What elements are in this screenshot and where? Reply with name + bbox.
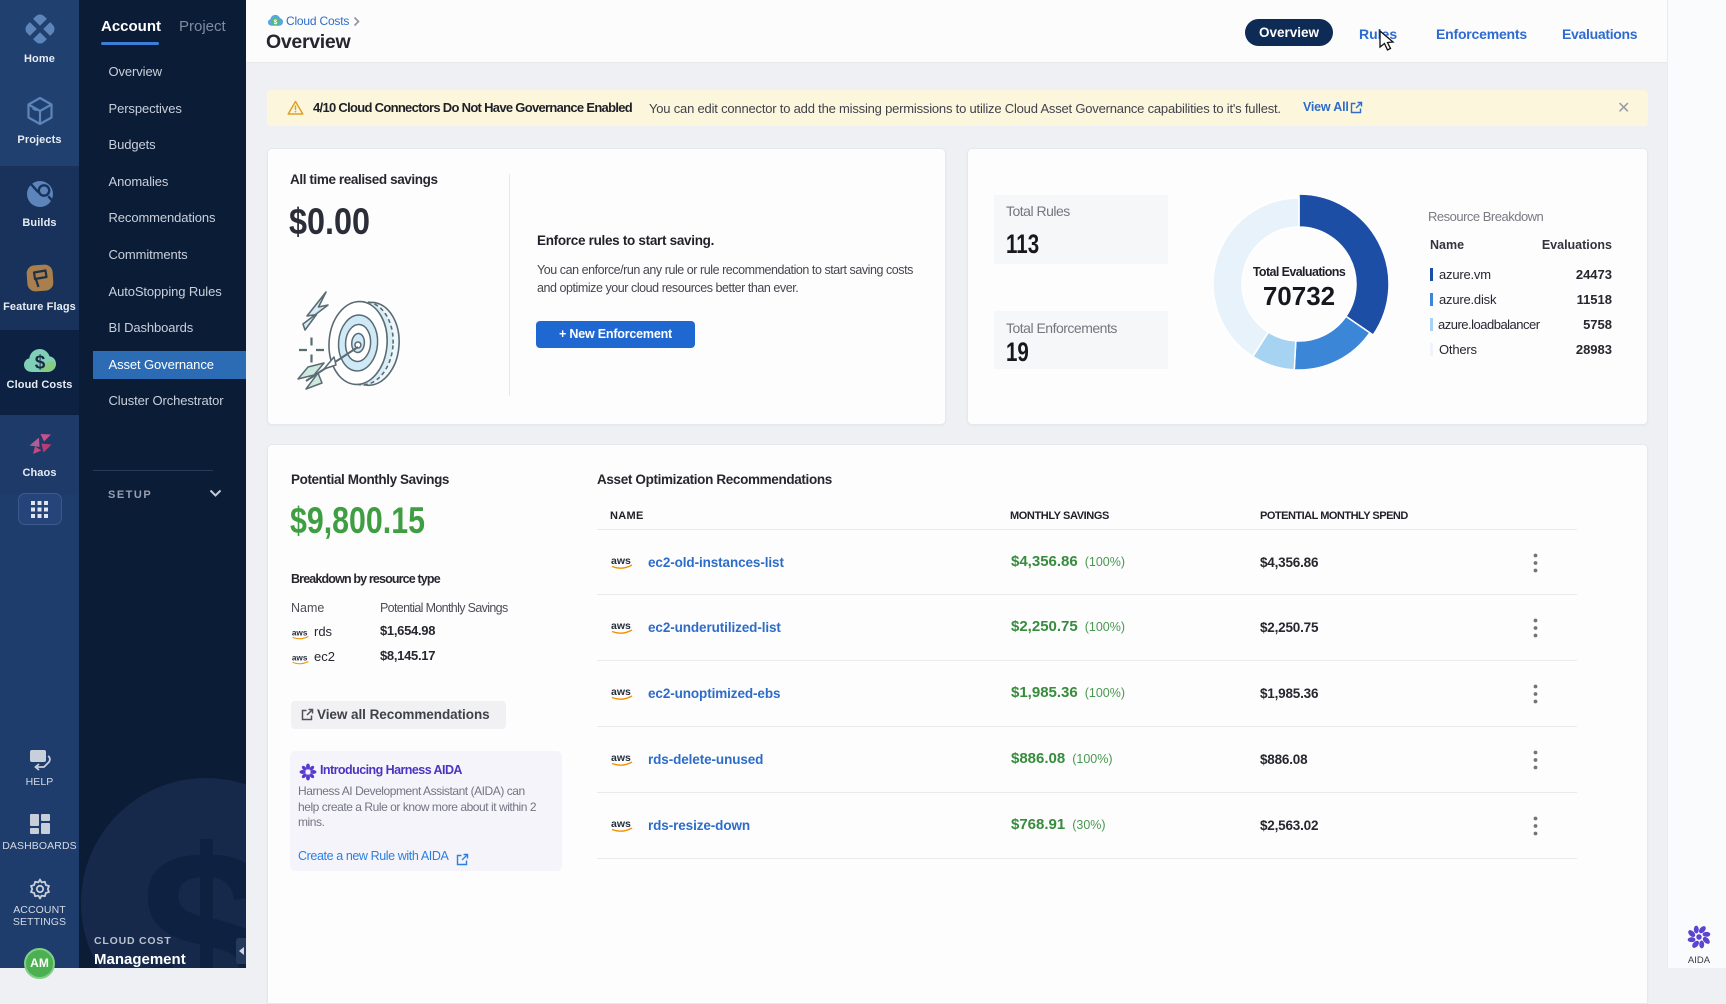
svg-text:aws: aws xyxy=(611,686,631,698)
svg-text:$: $ xyxy=(274,19,278,26)
svg-text:$: $ xyxy=(34,353,45,374)
svg-text:aws: aws xyxy=(292,654,308,663)
svg-text:aws: aws xyxy=(611,752,631,764)
svg-text:aws: aws xyxy=(611,555,631,567)
svg-text:aws: aws xyxy=(611,620,631,632)
svg-text:aws: aws xyxy=(611,818,631,830)
svg-text:aws: aws xyxy=(292,629,308,638)
svg-text:?: ? xyxy=(35,752,41,762)
